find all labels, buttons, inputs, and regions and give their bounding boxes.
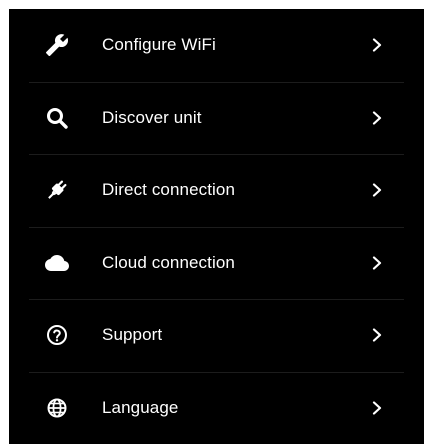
menu-item-direct-connection[interactable]: Direct connection (9, 154, 424, 227)
chevron-right-icon (370, 328, 384, 342)
menu-item-discover-unit[interactable]: Discover unit (9, 81, 424, 155)
chevron-right-icon (370, 401, 384, 415)
chevron-right-icon (370, 183, 384, 197)
menu-item-label: Language (102, 397, 179, 417)
settings-menu-panel: Configure WiFi Discover unit Direct conn… (9, 9, 424, 444)
chevron-right-icon (370, 38, 384, 52)
settings-menu: Configure WiFi Discover unit Direct conn… (9, 9, 424, 444)
menu-item-cloud-connection[interactable]: Cloud connection (9, 226, 424, 300)
help-circle-icon (45, 323, 69, 347)
cloud-icon (45, 251, 69, 275)
menu-item-label: Cloud connection (102, 252, 235, 272)
menu-item-label: Discover unit (102, 107, 202, 127)
menu-item-language[interactable]: Language (9, 371, 424, 444)
menu-item-label: Configure WiFi (102, 35, 216, 55)
chevron-right-icon (370, 256, 384, 270)
menu-item-label: Support (102, 325, 163, 345)
menu-item-label: Direct connection (102, 180, 236, 200)
search-icon (45, 106, 69, 130)
wrench-icon (45, 33, 69, 57)
menu-item-support[interactable]: Support (9, 299, 424, 372)
globe-icon (45, 396, 69, 420)
plug-icon (45, 178, 69, 202)
menu-item-configure-wifi[interactable]: Configure WiFi (9, 9, 424, 82)
chevron-right-icon (370, 111, 384, 125)
